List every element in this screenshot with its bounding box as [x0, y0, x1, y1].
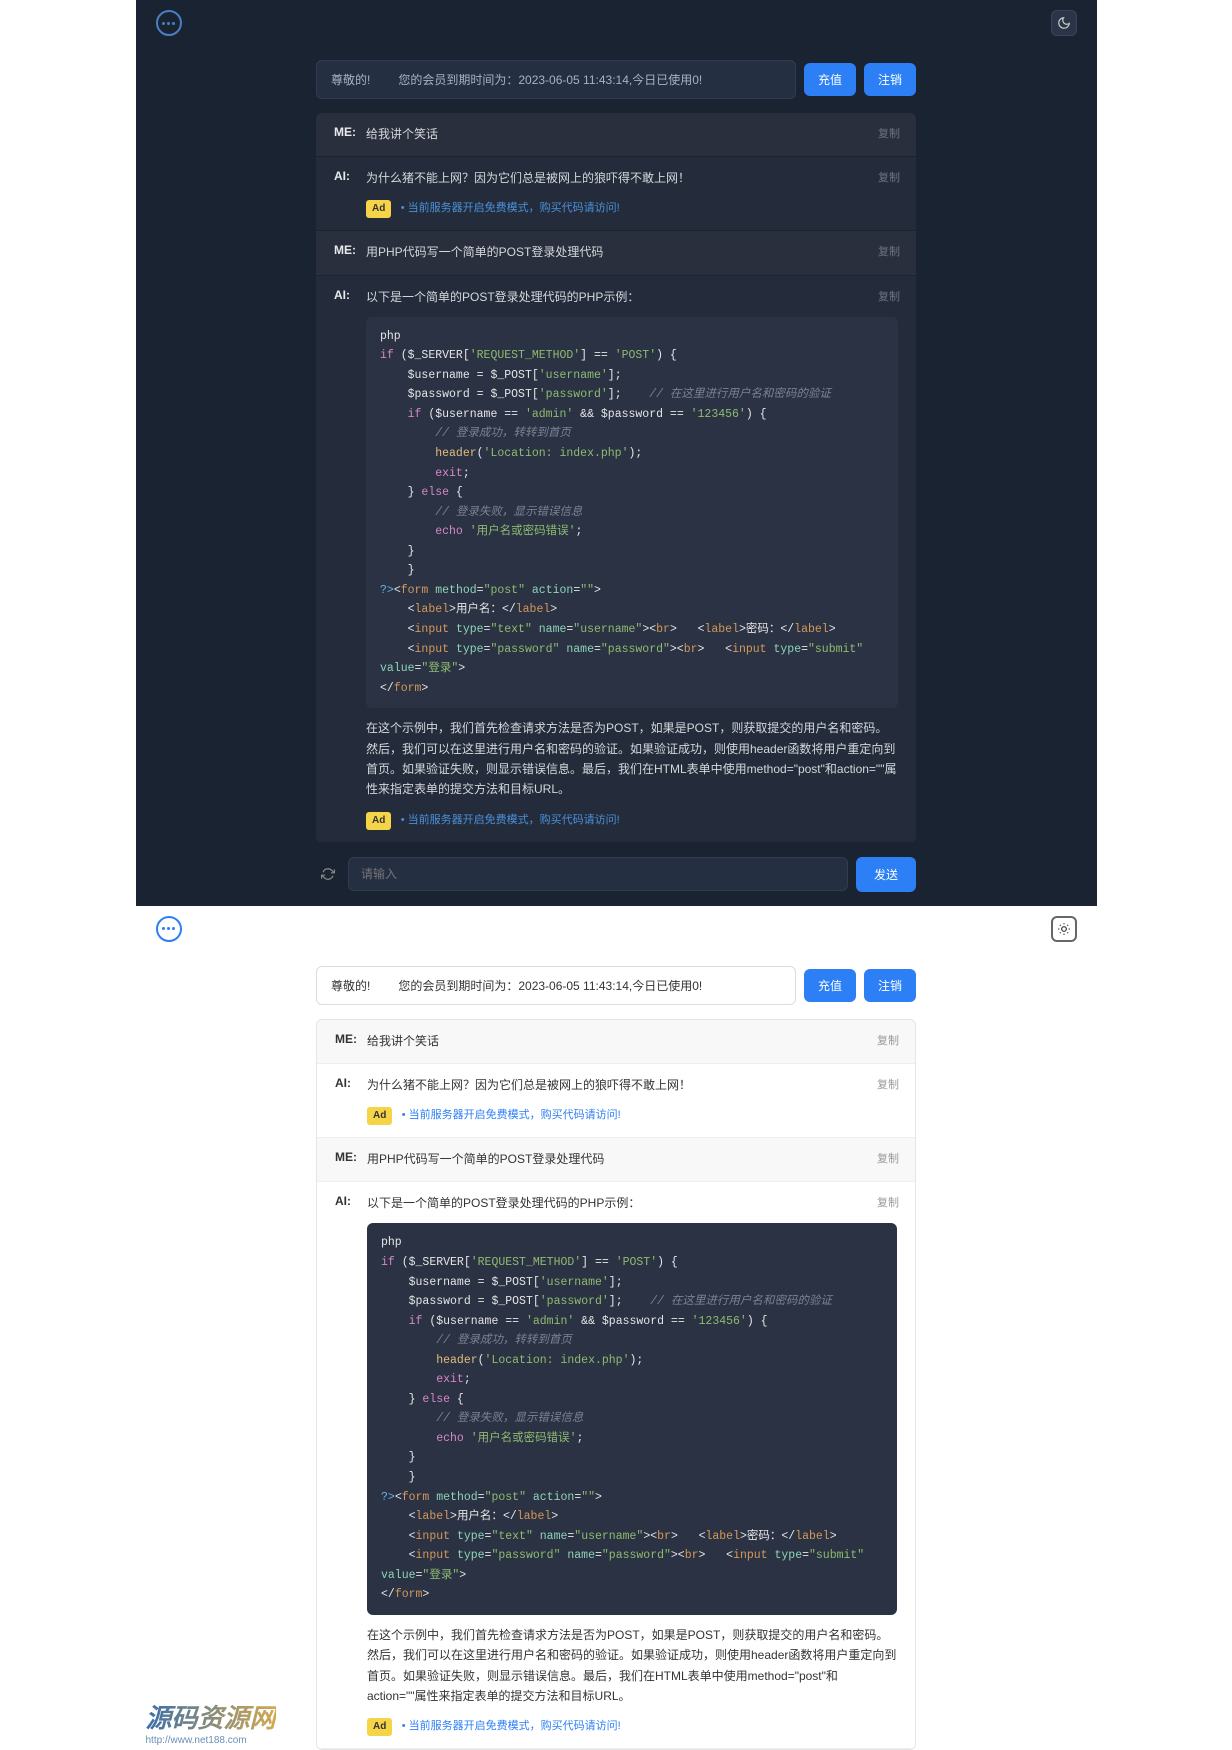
ad-line: Ad • 当前服务器开启免费模式，购买代码请访问!: [366, 198, 898, 218]
reload-button[interactable]: [316, 862, 340, 886]
message-text: 为什么猪不能上网？因为它们总是被网上的狼吓得不敢上网！: [366, 169, 898, 188]
ad-text[interactable]: • 当前服务器开启免费模式，购买代码请访问!: [401, 814, 620, 826]
reload-icon: [321, 867, 335, 881]
explain-text: 在这个示例中，我们首先检查请求方法是否为POST，如果是POST，则获取提交的用…: [367, 1625, 897, 1707]
copy-button[interactable]: 复制: [877, 1194, 899, 1210]
watermark: 源码资源网 http://www.net188.com: [146, 1698, 276, 1746]
copy-button[interactable]: 复制: [877, 1150, 899, 1166]
watermark-title: 源码资源网: [146, 1698, 276, 1735]
ai-message: AI: 为什么猪不能上网？因为它们总是被网上的狼吓得不敢上网！ Ad • 当前服…: [317, 1064, 915, 1138]
watermark-url: http://www.net188.com: [146, 1735, 276, 1746]
ad-line: Ad • 当前服务器开启免费模式，购买代码请访问!: [366, 810, 898, 830]
message-content: 以下是一个简单的POST登录处理代码的PHP示例： phpif ($_SERVE…: [366, 288, 898, 830]
user-message: ME: 给我讲个笑话 复制: [317, 1020, 915, 1064]
message-text: 用PHP代码写一个简单的POST登录处理代码: [367, 1150, 897, 1169]
message-text: 给我讲个笑话: [367, 1032, 897, 1051]
logout-button[interactable]: 注销: [864, 63, 916, 96]
message-text: 为什么猪不能上网？因为它们总是被网上的狼吓得不敢上网！: [367, 1076, 897, 1095]
ad-badge: Ad: [366, 200, 391, 218]
status-bar: 尊敬的! 您的会员到期时间为：2023-06-05 11:43:14,今日已使用…: [316, 60, 916, 99]
message-text: 以下是一个简单的POST登录处理代码的PHP示例：: [367, 1194, 897, 1213]
copy-button[interactable]: 复制: [878, 169, 900, 185]
role-label: ME:: [335, 1032, 367, 1051]
status-prefix: 尊敬的!: [331, 71, 370, 88]
ad-badge: Ad: [366, 812, 391, 830]
ai-message: AI: 以下是一个简单的POST登录处理代码的PHP示例： phpif ($_S…: [317, 1182, 915, 1749]
header: [136, 0, 1097, 46]
message-content: 为什么猪不能上网？因为它们总是被网上的狼吓得不敢上网！ Ad • 当前服务器开启…: [367, 1076, 897, 1125]
role-label: ME:: [335, 1150, 367, 1169]
message-text: 给我讲个笑话: [366, 125, 898, 144]
sun-icon: [1057, 922, 1071, 936]
ad-text[interactable]: • 当前服务器开启免费模式，购买代码请访问!: [401, 202, 620, 214]
status-bar: 尊敬的! 您的会员到期时间为：2023-06-05 11:43:14,今日已使用…: [316, 966, 916, 1005]
role-label: AI:: [334, 288, 366, 302]
message-text: 用PHP代码写一个简单的POST登录处理代码: [366, 243, 898, 262]
ai-message: AI: 为什么猪不能上网？因为它们总是被网上的狼吓得不敢上网！ Ad • 当前服…: [316, 157, 916, 231]
app-logo: [156, 916, 182, 942]
user-message: ME: 用PHP代码写一个简单的POST登录处理代码 复制: [317, 1138, 915, 1182]
role-label: AI:: [335, 1194, 367, 1208]
send-button[interactable]: 发送: [856, 857, 916, 892]
code-block: phpif ($_SERVER['REQUEST_METHOD'] == 'PO…: [366, 317, 898, 708]
theme-toggle[interactable]: [1051, 10, 1077, 36]
recharge-button[interactable]: 充值: [804, 63, 856, 96]
message-content: 为什么猪不能上网？因为它们总是被网上的狼吓得不敢上网！ Ad • 当前服务器开启…: [366, 169, 898, 218]
ad-line: Ad • 当前服务器开启免费模式，购买代码请访问!: [367, 1105, 897, 1125]
status-message: 您的会员到期时间为：2023-06-05 11:43:14,今日已使用0!: [398, 977, 702, 994]
ad-line: Ad • 当前服务器开启免费模式，购买代码请访问!: [367, 1716, 897, 1736]
status-message: 您的会员到期时间为：2023-06-05 11:43:14,今日已使用0!: [398, 71, 702, 88]
status-text: 尊敬的! 您的会员到期时间为：2023-06-05 11:43:14,今日已使用…: [316, 966, 796, 1005]
message-content: 以下是一个简单的POST登录处理代码的PHP示例： phpif ($_SERVE…: [367, 1194, 897, 1736]
chat-input[interactable]: [348, 857, 848, 891]
ad-text[interactable]: • 当前服务器开启免费模式，购买代码请访问!: [402, 1720, 621, 1732]
logout-button[interactable]: 注销: [864, 969, 916, 1002]
status-prefix: 尊敬的!: [331, 977, 370, 994]
user-message: ME: 给我讲个笑话 复制: [316, 113, 916, 157]
copy-button[interactable]: 复制: [878, 288, 900, 304]
chat-container: ME: 给我讲个笑话 复制 AI: 为什么猪不能上网？因为它们总是被网上的狼吓得…: [316, 113, 916, 843]
header: [136, 906, 1097, 952]
role-label: ME:: [334, 125, 366, 144]
role-label: AI:: [334, 169, 366, 183]
ai-message: AI: 以下是一个简单的POST登录处理代码的PHP示例： phpif ($_S…: [316, 276, 916, 843]
recharge-button[interactable]: 充值: [804, 969, 856, 1002]
app-logo: [156, 10, 182, 36]
status-text: 尊敬的! 您的会员到期时间为：2023-06-05 11:43:14,今日已使用…: [316, 60, 796, 99]
role-label: AI:: [335, 1076, 367, 1090]
code-block: phpif ($_SERVER['REQUEST_METHOD'] == 'PO…: [367, 1223, 897, 1614]
ad-badge: Ad: [367, 1107, 392, 1125]
copy-button[interactable]: 复制: [878, 125, 900, 141]
user-message: ME: 用PHP代码写一个简单的POST登录处理代码 复制: [316, 231, 916, 275]
theme-toggle[interactable]: [1051, 916, 1077, 942]
ad-badge: Ad: [367, 1718, 392, 1736]
explain-text: 在这个示例中，我们首先检查请求方法是否为POST，如果是POST，则获取提交的用…: [366, 718, 898, 800]
copy-button[interactable]: 复制: [878, 243, 900, 259]
input-area: 发送: [306, 843, 926, 906]
moon-icon: [1057, 16, 1071, 30]
chat-container: ME: 给我讲个笑话 复制 AI: 为什么猪不能上网？因为它们总是被网上的狼吓得…: [316, 1019, 916, 1750]
ad-text[interactable]: • 当前服务器开启免费模式，购买代码请访问!: [402, 1109, 621, 1121]
copy-button[interactable]: 复制: [877, 1032, 899, 1048]
role-label: ME:: [334, 243, 366, 262]
message-text: 以下是一个简单的POST登录处理代码的PHP示例：: [366, 288, 898, 307]
copy-button[interactable]: 复制: [877, 1076, 899, 1092]
